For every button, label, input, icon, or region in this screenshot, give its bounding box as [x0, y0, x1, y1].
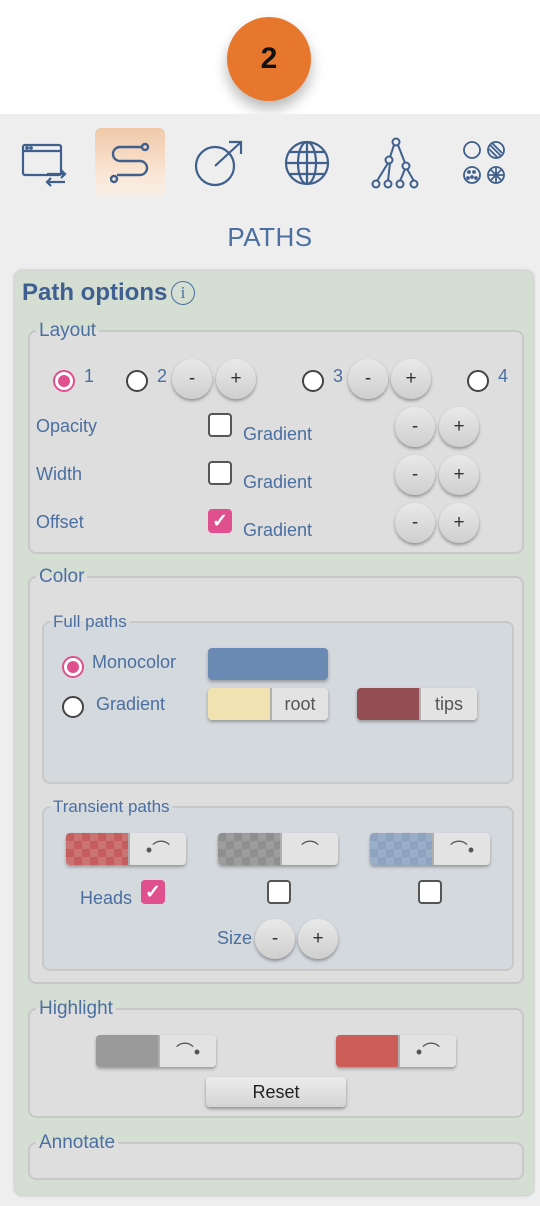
- layout-option-1-radio[interactable]: [53, 370, 75, 392]
- tree-icon[interactable]: [361, 128, 431, 198]
- monocolor-swatch[interactable]: [208, 648, 328, 680]
- offset-gradient-checkbox[interactable]: ✓: [208, 509, 232, 533]
- opacity-gradient-checkbox[interactable]: [208, 413, 232, 437]
- transient-swatch-3[interactable]: ⌒•: [370, 833, 490, 865]
- offset-label: Offset: [36, 512, 84, 532]
- vector-icon[interactable]: [183, 128, 253, 198]
- root-label: root: [270, 688, 328, 720]
- layout-legend: Layout: [39, 320, 97, 341]
- width-gradient-label: Gradient: [243, 472, 313, 492]
- layout-3-minus-button[interactable]: -: [348, 359, 388, 399]
- step-badge: 2: [227, 17, 311, 101]
- layout-option-3-radio[interactable]: [302, 370, 324, 392]
- info-icon[interactable]: i: [171, 281, 195, 305]
- color-legend: Color: [39, 566, 85, 587]
- full-paths-legend: Full paths: [53, 612, 127, 631]
- layout-2-minus-button[interactable]: -: [172, 359, 212, 399]
- layout-2-plus-button[interactable]: +: [216, 359, 256, 399]
- opacity-minus-button[interactable]: -: [395, 407, 435, 447]
- globe-icon[interactable]: [272, 128, 342, 198]
- opacity-plus-button[interactable]: +: [439, 407, 479, 447]
- layout-option-3-label: 3: [333, 366, 344, 386]
- highlight-swatch-1[interactable]: ⌒•: [96, 1035, 216, 1067]
- section-title: PATHS: [227, 222, 313, 252]
- highlight-swatch-1-glyph: ⌒•: [158, 1035, 216, 1067]
- layout-option-2-radio[interactable]: [126, 370, 148, 392]
- tips-color-swatch[interactable]: tips: [357, 688, 477, 720]
- monocolor-radio[interactable]: [62, 656, 84, 678]
- offset-plus-button[interactable]: +: [439, 503, 479, 543]
- transient-swatch-1[interactable]: •⌒: [66, 833, 186, 865]
- heads-checkbox-1[interactable]: ✓: [141, 880, 165, 904]
- reset-button[interactable]: Reset: [206, 1077, 346, 1107]
- size-label: Size: [217, 928, 253, 948]
- annotate-fieldset[interactable]: Annotate: [28, 1132, 524, 1180]
- annotate-legend: Annotate: [39, 1132, 116, 1153]
- transient-swatch-2-glyph: ⌒: [280, 833, 338, 865]
- tips-label: tips: [419, 688, 477, 720]
- opacity-label: Opacity: [36, 416, 98, 436]
- opacity-gradient-label: Gradient: [243, 424, 313, 444]
- transient-swatch-3-glyph: ⌒•: [432, 833, 490, 865]
- highlight-swatch-2[interactable]: •⌒: [336, 1035, 456, 1067]
- highlight-legend: Highlight: [39, 998, 113, 1019]
- layout-3-plus-button[interactable]: +: [391, 359, 431, 399]
- width-label: Width: [36, 464, 83, 484]
- patterns-icon[interactable]: [449, 128, 519, 198]
- width-minus-button[interactable]: -: [395, 455, 435, 495]
- size-minus-button[interactable]: -: [255, 919, 295, 959]
- path-options-title: Path options: [22, 279, 168, 306]
- layout-option-4-radio[interactable]: [467, 370, 489, 392]
- layout-option-4-label: 4: [498, 366, 509, 386]
- transient-swatch-2[interactable]: ⌒: [218, 833, 338, 865]
- heads-label: Heads: [80, 888, 133, 908]
- import-export-icon[interactable]: [9, 128, 79, 198]
- width-gradient-checkbox[interactable]: [208, 461, 232, 485]
- heads-checkbox-2[interactable]: [267, 880, 291, 904]
- gradient-radio[interactable]: [62, 696, 84, 718]
- offset-minus-button[interactable]: -: [395, 503, 435, 543]
- layout-option-1-label: 1: [84, 366, 95, 386]
- heads-checkbox-3[interactable]: [418, 880, 442, 904]
- gradient-label: Gradient: [96, 694, 166, 714]
- offset-gradient-label: Gradient: [243, 520, 313, 540]
- transient-swatch-1-glyph: •⌒: [128, 833, 186, 865]
- layout-option-2-label: 2: [157, 366, 168, 386]
- root-color-swatch[interactable]: root: [208, 688, 328, 720]
- width-plus-button[interactable]: +: [439, 455, 479, 495]
- monocolor-label: Monocolor: [92, 652, 177, 672]
- paths-icon[interactable]: [95, 128, 165, 198]
- size-plus-button[interactable]: +: [298, 919, 338, 959]
- transient-paths-legend: Transient paths: [53, 797, 170, 816]
- highlight-swatch-2-glyph: •⌒: [398, 1035, 456, 1067]
